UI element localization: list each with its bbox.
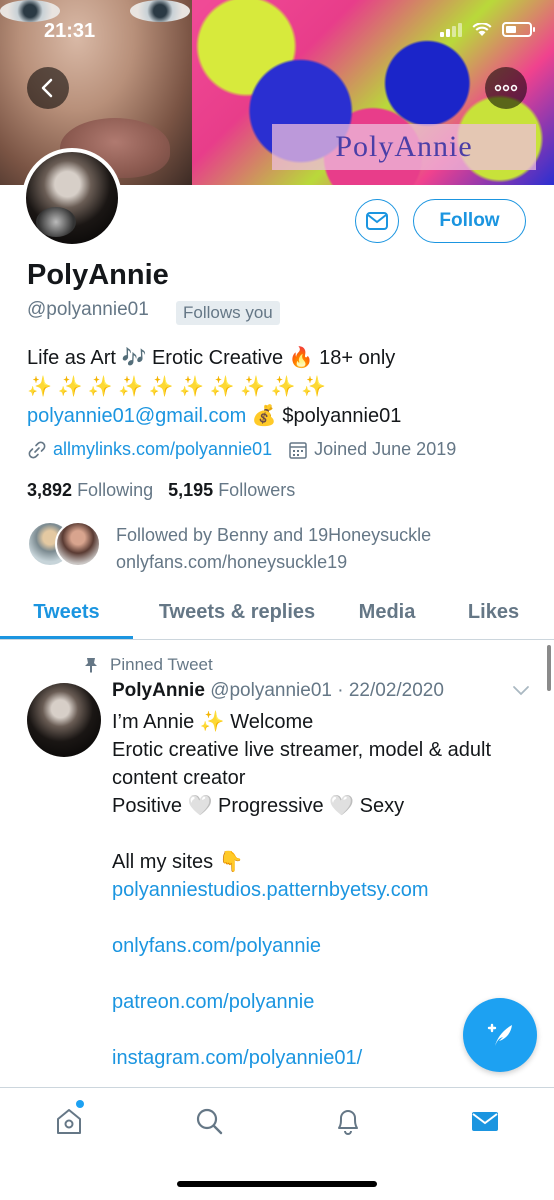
follow-button[interactable]: Follow — [413, 199, 526, 243]
compose-tweet-button[interactable] — [463, 998, 537, 1072]
pinned-text: Pinned Tweet — [110, 655, 213, 674]
profile-tabs: Tweets Tweets & replies Media Likes — [0, 584, 554, 640]
scroll-indicator — [547, 645, 551, 691]
status-icons — [440, 22, 535, 37]
pin-icon — [85, 658, 97, 673]
notifications-bell-icon[interactable] — [333, 1106, 363, 1136]
link-icon — [28, 441, 46, 458]
bio-cashtag: 💰 $polyannie01 — [251, 405, 402, 427]
more-options-button[interactable] — [485, 67, 527, 109]
signal-icon — [440, 22, 462, 37]
bio-line: Life as Art 🎶 Erotic Creative 🔥 18+ only — [27, 347, 396, 369]
tweet-link[interactable]: polyanniestudios.patternbyetsy.com — [112, 876, 537, 904]
followers-label: Followers — [218, 480, 296, 500]
tweet-line: All my sites 👇 — [112, 851, 244, 873]
messages-envelope-icon[interactable] — [470, 1106, 500, 1136]
website-link[interactable]: allmylinks.com/polyannie01 — [53, 439, 272, 460]
home-indicator-bar[interactable] — [177, 1181, 377, 1187]
pinned-label: Pinned Tweet — [84, 655, 213, 675]
profile-name: PolyAnnie — [27, 259, 169, 291]
profile-avatar[interactable] — [22, 148, 122, 248]
tweet-link[interactable]: onlyfans.com/polyannie — [112, 932, 537, 960]
avatar — [55, 521, 101, 567]
search-icon[interactable] — [194, 1106, 224, 1136]
bio-line: polyannie01@gmail.com 💰 $polyannie01 — [27, 402, 537, 431]
following-count-link[interactable]: 3,892 Following — [27, 480, 153, 500]
tab-tweets-replies[interactable]: Tweets & replies — [133, 584, 341, 640]
tweet-author[interactable]: PolyAnnie — [112, 680, 205, 701]
compose-feather-icon — [487, 1023, 512, 1046]
bio-email-link[interactable]: polyannie01@gmail.com — [27, 405, 246, 427]
followed-by-text[interactable]: Followed by Benny and 19Honeysuckle only… — [116, 522, 431, 576]
joined-date: Joined June 2019 — [314, 439, 457, 459]
chevron-down-icon[interactable] — [512, 684, 530, 696]
tweet-line: Positive 🤍 Progressive 🤍 Sexy — [112, 795, 405, 817]
more-icon — [494, 84, 518, 92]
tweet-meta: @polyannie01 · 22/02/2020 — [210, 680, 444, 701]
banner-title: PolyAnnie — [272, 124, 536, 170]
followed-by-avatars[interactable] — [27, 521, 101, 567]
tab-media[interactable]: Media — [341, 584, 433, 640]
follow-counts: 3,892 Following 5,195 Followers — [27, 480, 295, 501]
profile-meta: allmylinks.com/polyannie01 Joined June 2… — [27, 439, 456, 460]
tweet-line: Erotic creative live streamer, model & a… — [112, 739, 492, 789]
follows-you-badge: Follows you — [176, 301, 280, 325]
profile-bio: Life as Art 🎶 Erotic Creative 🔥 18+ only… — [27, 344, 537, 431]
following-label: Following — [77, 480, 154, 500]
back-button[interactable] — [27, 67, 69, 109]
battery-icon — [502, 22, 535, 37]
following-count: 3,892 — [27, 480, 73, 500]
tab-tweets[interactable]: Tweets — [0, 584, 133, 640]
followed-by-line: onlyfans.com/honeysuckle19 — [116, 552, 348, 572]
chevron-left-icon — [41, 78, 53, 98]
calendar-icon — [289, 441, 307, 459]
envelope-icon — [366, 212, 388, 230]
tweet-header: PolyAnnie @polyannie01 · 22/02/2020 — [112, 680, 444, 702]
bio-line: ✨ ✨ ✨ ✨ ✨ ✨ ✨ ✨ ✨ ✨ — [27, 376, 327, 398]
tweet-line: I’m Annie ✨ Welcome — [112, 711, 314, 733]
profile-handle: @polyannie01 — [27, 299, 149, 320]
wifi-icon — [472, 22, 492, 36]
tab-likes[interactable]: Likes — [433, 584, 554, 640]
message-button[interactable] — [355, 199, 399, 243]
followers-count: 5,195 — [168, 480, 214, 500]
active-tab-indicator — [0, 636, 133, 639]
tweet-avatar[interactable] — [27, 683, 101, 757]
followed-by-line: Followed by Benny and 19Honeysuckle — [116, 525, 432, 545]
home-icon[interactable] — [54, 1106, 84, 1136]
status-time: 21:31 — [44, 20, 96, 42]
followers-count-link[interactable]: 5,195 Followers — [168, 480, 295, 500]
notification-dot — [76, 1100, 84, 1108]
